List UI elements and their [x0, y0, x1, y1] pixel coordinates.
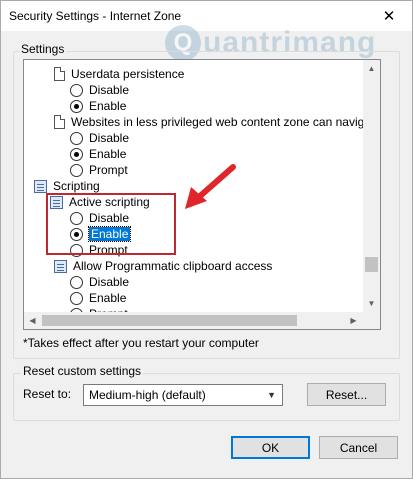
tree-item[interactable]: Scripting: [34, 178, 100, 194]
radio-option[interactable]: Enable: [70, 98, 126, 114]
scroll-right-icon[interactable]: ▶: [345, 312, 362, 329]
close-icon[interactable]: ✕: [366, 1, 412, 31]
tree-item-label: Disable: [89, 83, 130, 97]
tree-item[interactable]: Active scripting: [50, 194, 150, 210]
tree-item-label: Userdata persistence: [71, 67, 185, 81]
radio-option[interactable]: Disable: [70, 210, 129, 226]
tree-item[interactable]: Websites in less privileged web content …: [54, 114, 381, 130]
reset-button[interactable]: Reset...: [307, 383, 386, 406]
tree-item-label: Disable: [89, 131, 130, 145]
cancel-button[interactable]: Cancel: [319, 436, 398, 459]
ok-button[interactable]: OK: [231, 436, 310, 459]
tree-item-label: Websites in less privileged web content …: [71, 115, 381, 129]
tree-item-label: Enable: [87, 226, 132, 242]
radio-button[interactable]: [70, 243, 83, 257]
tree-item-label: Disable: [89, 275, 130, 289]
page-icon: [54, 67, 65, 81]
tree-item-label: Disable: [89, 211, 130, 225]
radio-option[interactable]: Disable: [70, 274, 129, 290]
reset-level-select[interactable]: Medium-high (default) ▼: [83, 384, 283, 406]
horizontal-scrollbar[interactable]: ◀ ▶: [24, 312, 380, 329]
scroll-left-icon[interactable]: ◀: [24, 312, 41, 329]
radio-button[interactable]: [70, 147, 83, 161]
chevron-down-icon: ▼: [267, 390, 276, 400]
settings-tree[interactable]: Userdata persistence Disable Enable Website…: [23, 59, 381, 330]
reset-level-value: Medium-high (default): [89, 388, 206, 402]
tree-item[interactable]: Allow Programmatic clipboard access: [54, 258, 272, 274]
radio-button[interactable]: [70, 99, 83, 113]
horizontal-scroll-thumb[interactable]: [42, 315, 297, 326]
radio-option[interactable]: Prompt: [70, 242, 128, 258]
radio-button[interactable]: [70, 131, 83, 145]
tree-item-label: Enable: [89, 99, 127, 113]
window-title: Security Settings - Internet Zone: [9, 9, 182, 23]
radio-option[interactable]: Enable: [70, 146, 126, 162]
radio-button[interactable]: [70, 83, 83, 97]
tree-item-label: Allow Programmatic clipboard access: [73, 259, 273, 273]
tree-item-label: Enable: [89, 291, 127, 305]
radio-button[interactable]: [70, 291, 83, 305]
radio-option[interactable]: Enable: [70, 226, 132, 242]
scroll-down-icon[interactable]: ▼: [363, 295, 380, 312]
tree-item-label: Prompt: [89, 243, 128, 257]
radio-option[interactable]: Prompt: [70, 162, 128, 178]
radio-button[interactable]: [70, 211, 83, 225]
script-icon: [34, 179, 47, 193]
page-icon: [54, 115, 65, 129]
radio-option[interactable]: Disable: [70, 82, 129, 98]
scrollbar-corner: [363, 312, 380, 329]
settings-label: Settings: [19, 42, 67, 56]
tree-item[interactable]: Userdata persistence: [54, 66, 184, 82]
radio-button[interactable]: [70, 163, 83, 177]
title-bar: Security Settings - Internet Zone ✕: [1, 1, 412, 31]
reset-to-label: Reset to:: [23, 387, 72, 401]
vertical-scroll-thumb[interactable]: [365, 257, 378, 272]
security-settings-dialog: Security Settings - Internet Zone ✕ Q ua…: [0, 0, 413, 479]
radio-option[interactable]: Enable: [70, 290, 126, 306]
restart-note: *Takes effect after you restart your com…: [23, 336, 259, 350]
radio-button[interactable]: [70, 275, 83, 289]
script-icon: [54, 259, 67, 273]
tree-item-label: Enable: [89, 147, 127, 161]
reset-group-label: Reset custom settings: [21, 364, 144, 378]
tree-item-label: Prompt: [89, 163, 128, 177]
radio-option[interactable]: Disable: [70, 130, 129, 146]
tree-item-label: Scripting: [53, 179, 100, 193]
tree-item-label: Active scripting: [69, 195, 150, 209]
script-icon: [50, 195, 63, 209]
vertical-scrollbar[interactable]: ▲ ▼: [363, 60, 380, 312]
radio-button[interactable]: [70, 227, 83, 241]
scroll-up-icon[interactable]: ▲: [363, 60, 380, 77]
